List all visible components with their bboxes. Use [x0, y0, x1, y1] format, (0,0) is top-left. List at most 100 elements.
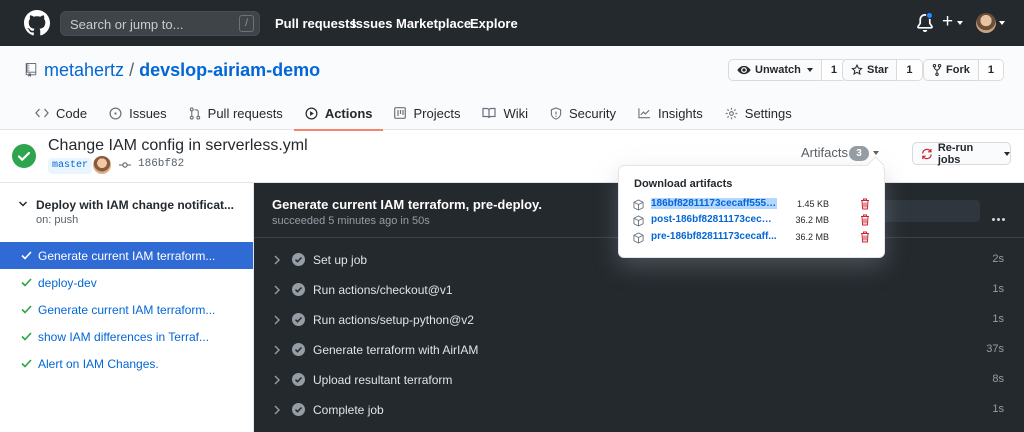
trash-icon[interactable]	[860, 231, 870, 243]
tab-issues[interactable]: Issues	[98, 96, 178, 130]
tab-code-label: Code	[56, 105, 88, 121]
nav-marketplace[interactable]: Marketplace	[396, 16, 471, 31]
artifact-download-link[interactable]: 186bf82811173cecaff555e...	[651, 198, 777, 209]
chevron-right-icon	[274, 255, 280, 265]
create-new-icon[interactable]: +	[942, 12, 953, 32]
kebab-menu-icon[interactable]	[992, 209, 1007, 224]
step-success-icon	[292, 283, 305, 296]
step-duration: 1s	[992, 313, 1004, 325]
tab-security[interactable]: Security	[539, 96, 627, 130]
log-step[interactable]: Generate terraform with AirIAM 37s	[254, 335, 1024, 365]
repo-header: metahertz / devslop-airiam-demo Unwatch …	[0, 46, 1024, 131]
job-label: Generate current IAM terraform...	[38, 302, 216, 317]
step-name: Set up job	[313, 253, 368, 267]
run-success-icon	[12, 144, 36, 168]
tab-security-label: Security	[569, 105, 616, 121]
nav-explore[interactable]: Explore	[470, 16, 518, 31]
artifacts-dropdown-label[interactable]: Artifacts	[801, 145, 848, 160]
unwatch-button[interactable]: Unwatch	[728, 59, 822, 81]
artifact-download-link[interactable]: post-186bf82811173cecaf...	[651, 214, 777, 225]
nav-issues[interactable]: Issues	[352, 16, 392, 31]
fork-button[interactable]: Fork	[923, 59, 979, 81]
step-name: Complete job	[313, 403, 384, 417]
job-label: Alert on IAM Changes.	[38, 356, 159, 371]
workflow-sidebar: Deploy with IAM change notificat... on: …	[0, 183, 254, 432]
tab-settings-label: Settings	[744, 105, 792, 121]
repo-name-link[interactable]: devslop-airiam-demo	[139, 60, 320, 80]
unwatch-label: Unwatch	[755, 64, 801, 76]
rerun-jobs-button[interactable]: Re-run jobs	[912, 142, 1011, 166]
tab-pull-requests[interactable]: Pull requests	[178, 96, 294, 130]
check-icon	[21, 251, 32, 260]
tab-insights[interactable]: Insights	[627, 96, 714, 130]
step-success-icon	[292, 253, 305, 266]
tab-actions[interactable]: Actions	[293, 96, 384, 131]
star-count[interactable]: 1	[897, 59, 923, 81]
job-item[interactable]: deploy-dev	[0, 269, 253, 296]
step-duration: 1s	[992, 403, 1004, 415]
tab-settings[interactable]: Settings	[714, 96, 803, 130]
code-icon	[35, 108, 49, 118]
artifacts-caret-icon[interactable]	[873, 151, 879, 155]
job-item[interactable]: show IAM differences in Terraf...	[0, 323, 253, 350]
chevron-right-icon	[274, 375, 280, 385]
log-step[interactable]: Run actions/setup-python@v2 1s	[254, 305, 1024, 335]
step-name: Upload resultant terraform	[313, 373, 453, 387]
watch-group: Unwatch 1	[728, 59, 847, 81]
book-icon	[482, 107, 497, 119]
artifacts-count-badge[interactable]: 3	[849, 146, 869, 161]
job-item[interactable]: Generate current IAM terraform...	[0, 242, 253, 269]
repo-owner-link[interactable]: metahertz	[44, 60, 124, 80]
check-icon	[21, 305, 32, 314]
shield-icon	[550, 106, 562, 120]
workflow-name: Deploy with IAM change notificat...	[36, 198, 235, 212]
trash-icon[interactable]	[860, 198, 870, 210]
check-icon	[21, 278, 32, 287]
step-success-icon	[292, 373, 305, 386]
workflow-summary[interactable]: Deploy with IAM change notificat... on: …	[0, 183, 254, 240]
commit-sha[interactable]: 186bf82	[138, 158, 184, 170]
artifact-download-link[interactable]: pre-186bf82811173cecaff...	[651, 231, 777, 242]
fork-count[interactable]: 1	[978, 59, 1004, 81]
branch-tag[interactable]: master	[48, 158, 93, 174]
search-input[interactable]: Search or jump to... /	[60, 11, 260, 36]
chevron-right-icon	[274, 285, 280, 295]
rerun-caret-icon	[1004, 151, 1010, 156]
log-step[interactable]: Complete job 1s	[254, 395, 1024, 425]
chevron-down-icon	[18, 201, 28, 207]
job-status: succeeded 5 minutes ago in 50s	[272, 215, 430, 227]
user-menu-caret-icon[interactable]	[999, 21, 1005, 25]
job-item[interactable]: Generate current IAM terraform...	[0, 296, 253, 323]
artifacts-popover-title: Download artifacts	[634, 178, 733, 190]
play-circle-icon	[305, 107, 318, 119]
job-label: Generate current IAM terraform...	[38, 248, 216, 263]
tab-projects[interactable]: Projects	[383, 96, 471, 130]
project-icon	[394, 107, 407, 119]
artifact-item: post-186bf82811173cecaf... 36.2 MB	[633, 213, 873, 228]
gear-icon	[725, 107, 738, 119]
star-button[interactable]: Star	[842, 59, 898, 81]
job-item[interactable]: Alert on IAM Changes.	[0, 350, 253, 377]
issue-icon	[109, 107, 122, 119]
github-logo-icon[interactable]	[24, 10, 50, 36]
trash-icon[interactable]	[860, 214, 870, 226]
step-duration: 1s	[992, 283, 1004, 295]
step-name: Run actions/checkout@v1	[313, 283, 453, 297]
tab-code[interactable]: Code	[24, 96, 98, 130]
repo-tabs: Code Issues Pull requests Actions Projec…	[24, 96, 803, 131]
package-icon	[633, 199, 644, 211]
fork-icon	[932, 64, 942, 76]
commit-author-avatar[interactable]	[93, 156, 111, 174]
artifact-item: pre-186bf82811173cecaff... 36.2 MB	[633, 230, 873, 245]
tab-issues-label: Issues	[129, 105, 167, 121]
step-duration: 2s	[992, 253, 1004, 265]
run-title: Change IAM config in serverless.yml	[48, 137, 308, 154]
nav-pull-requests[interactable]: Pull requests	[275, 16, 357, 31]
tab-wiki[interactable]: Wiki	[471, 96, 539, 130]
log-step[interactable]: Upload resultant terraform 8s	[254, 365, 1024, 395]
user-avatar[interactable]	[976, 13, 996, 33]
log-step[interactable]: Run actions/checkout@v1 1s	[254, 275, 1024, 305]
create-caret-icon[interactable]	[957, 21, 963, 25]
star-label: Star	[867, 64, 889, 76]
artifact-size: 1.45 KB	[796, 199, 829, 209]
